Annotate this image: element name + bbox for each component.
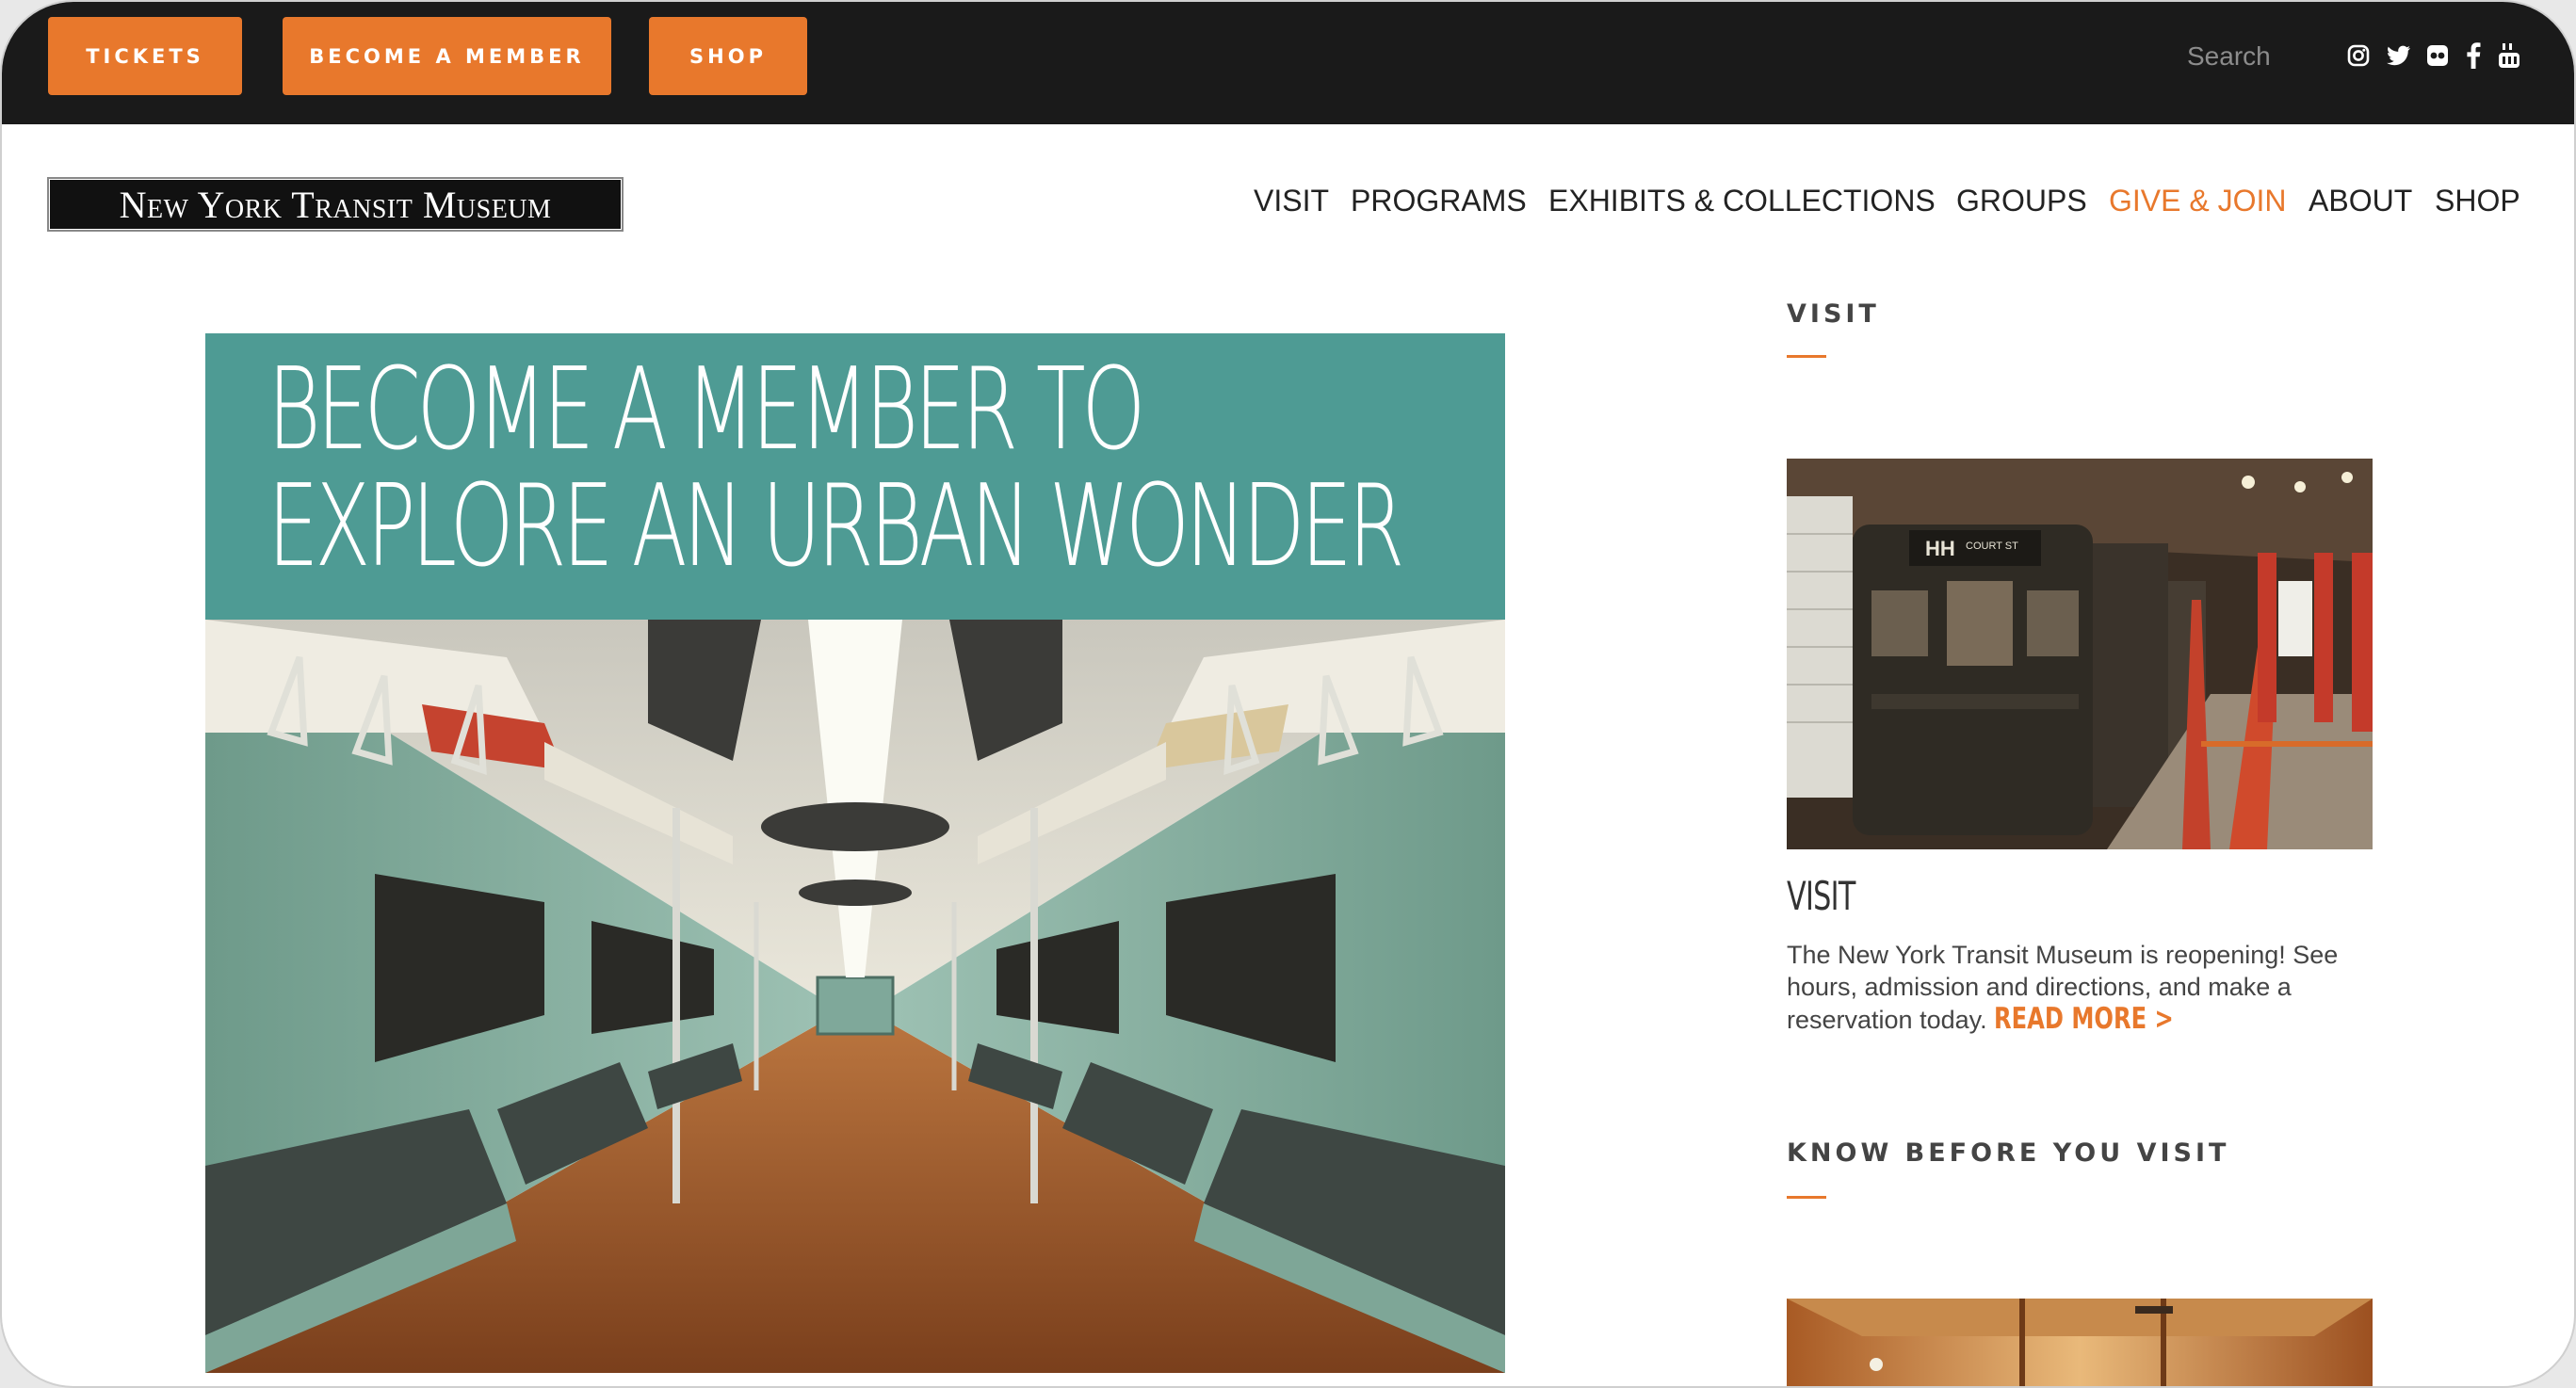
visit-card-text: The New York Transit Museum is reopening… <box>1787 939 2371 1036</box>
nav-shop[interactable]: SHOP <box>2435 177 2520 224</box>
browser-page: TICKETS BECOME A MEMBER SHOP New York Tr… <box>0 0 2576 1388</box>
sidebar-know-before-rule <box>1787 1196 1826 1199</box>
nav-groups[interactable]: GROUPS <box>1956 177 2087 224</box>
facebook-icon[interactable] <box>2466 40 2481 72</box>
instagram-icon[interactable] <box>2347 40 2370 72</box>
know-before-you-visit-image[interactable] <box>1787 1299 2373 1388</box>
train-destination-sign: COURT ST <box>1966 541 2018 552</box>
sidebar-know-before-heading: KNOW BEFORE YOU VISIT <box>1787 1138 2230 1168</box>
hero-membership-promo[interactable]: BECOME A MEMBER TO EXPLORE AN URBAN WOND… <box>205 333 1505 1373</box>
nav-give-join[interactable]: GIVE & JOIN <box>2109 177 2286 224</box>
flickr-icon[interactable] <box>2426 40 2449 72</box>
read-more-link[interactable]: READ MORE > <box>1994 1003 2174 1035</box>
hero-headline-line-2: EXPLORE AN URBAN WONDER <box>267 461 1404 592</box>
nav-exhibits-collections[interactable]: EXHIBITS & COLLECTIONS <box>1548 177 1936 224</box>
nav-programs[interactable]: PROGRAMS <box>1351 177 1527 224</box>
sidebar-visit-rule <box>1787 355 1826 358</box>
search-input[interactable] <box>2187 34 2328 79</box>
hero-headline-line-1: BECOME A MEMBER TO <box>267 345 1145 476</box>
hero-headline: BECOME A MEMBER TO EXPLORE AN URBAN WOND… <box>205 333 1505 620</box>
nav-visit[interactable]: VISIT <box>1254 177 1329 224</box>
visit-train-image[interactable]: HH COURT ST <box>1787 459 2373 849</box>
sidebar-visit-heading: VISIT <box>1787 299 1880 329</box>
twitter-icon[interactable] <box>2387 40 2411 72</box>
shop-button[interactable]: SHOP <box>649 17 807 95</box>
visit-card-title[interactable]: VISIT <box>1787 873 1855 919</box>
tickets-button[interactable]: TICKETS <box>48 17 242 95</box>
become-member-button[interactable]: BECOME A MEMBER <box>283 17 611 95</box>
museum-logo[interactable]: New York Transit Museum <box>47 177 624 232</box>
nav-about[interactable]: ABOUT <box>2309 177 2412 224</box>
utility-bar: TICKETS BECOME A MEMBER SHOP <box>2 2 2574 124</box>
subway-car-interior-image <box>205 620 1505 1373</box>
youtube-icon[interactable] <box>2498 40 2520 72</box>
train-route-sign: HH <box>1925 537 1955 560</box>
